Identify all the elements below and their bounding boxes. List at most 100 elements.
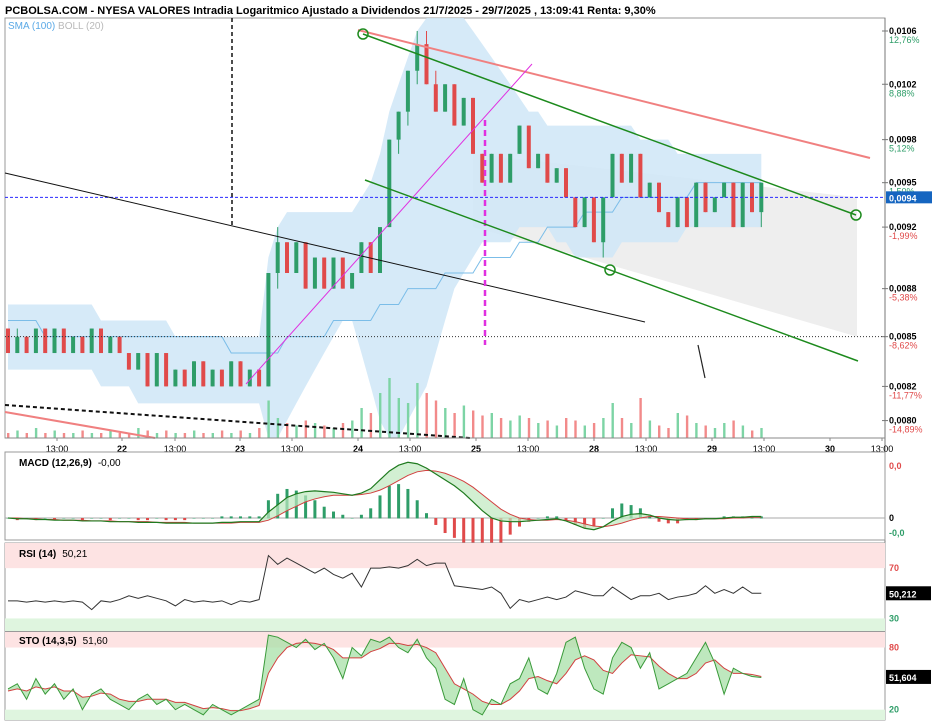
candle-body <box>52 328 57 354</box>
volume-bar <box>434 400 438 438</box>
macd-hist-bar <box>369 508 373 519</box>
sto-axis-20: 20 <box>889 705 899 715</box>
volume-bar <box>583 425 586 438</box>
macd-hist-bar <box>443 518 447 534</box>
volume-bar <box>202 433 205 438</box>
volume-bar <box>425 393 428 438</box>
volume-bar <box>732 420 735 438</box>
candle-body <box>573 197 578 228</box>
candle-body <box>350 272 355 289</box>
candle-body <box>24 336 29 354</box>
macd-hist-bar <box>601 518 605 519</box>
candle-body <box>396 111 401 140</box>
volume-bar <box>388 378 391 438</box>
macd-hist-bar <box>211 518 215 519</box>
volume-bar <box>44 433 47 438</box>
candle-body <box>684 197 689 228</box>
price-pct-label: -11,77% <box>889 390 922 400</box>
price-pct-label: -14,89% <box>889 425 923 435</box>
volume-bar <box>72 433 75 438</box>
volume-bar <box>323 425 326 438</box>
candle-body <box>210 369 215 387</box>
sma-legend[interactable]: SMA (100) <box>8 21 55 32</box>
rsi-zone <box>5 543 885 569</box>
macd-hist-bar <box>545 516 549 519</box>
candle-body <box>108 336 113 354</box>
macd-hist-bar <box>201 518 205 519</box>
candle-body <box>117 336 122 354</box>
candle-body <box>201 361 206 387</box>
macd-hist-bar <box>155 518 159 519</box>
sto-value: 51,60 <box>82 636 108 647</box>
volume-bar <box>304 420 307 438</box>
volume-bar <box>676 413 679 438</box>
candle-body <box>126 353 131 370</box>
candle-body <box>638 153 643 198</box>
macd-title: MACD (12,26,9) <box>19 458 92 469</box>
candle-body <box>433 84 438 112</box>
chart-canvas[interactable]: 0,010612,76%0,01028,88%0,00985,12%0,0095… <box>0 0 935 726</box>
macd-hist-bar <box>136 518 140 521</box>
candle-body <box>15 336 20 354</box>
volume-bar <box>100 433 103 438</box>
macd-hist-bar <box>220 516 224 519</box>
sto-panel: 80 20 51,604 <box>4 631 931 721</box>
macd-fill <box>8 462 762 530</box>
volume-bar <box>313 423 317 438</box>
bollinger-bands <box>8 18 857 438</box>
volume-bar <box>620 418 624 438</box>
boll-legend[interactable]: BOLL (20) <box>58 21 104 32</box>
volume-bar <box>155 433 159 438</box>
macd-hist-bar <box>350 518 354 519</box>
volume-bar <box>518 415 521 438</box>
volume-bar <box>118 433 121 438</box>
macd-axis-bottom: -0,0 <box>889 528 905 538</box>
candle-body <box>6 328 10 354</box>
macd-value: -0,00 <box>97 458 121 469</box>
volume-bar <box>713 428 717 438</box>
candle-body <box>61 328 66 354</box>
volume-bar <box>369 413 373 438</box>
candle-body <box>173 369 178 387</box>
candle-body <box>415 44 420 71</box>
macd-hist-bar <box>173 518 177 521</box>
macd-hist-bar <box>387 485 391 519</box>
volume-bar <box>453 413 456 438</box>
volume-bar <box>81 430 84 438</box>
volume-bar <box>267 400 270 438</box>
volume-bar <box>90 433 94 438</box>
macd-hist-bar <box>229 516 233 519</box>
candle-body <box>452 84 457 126</box>
sto-axis-80: 80 <box>889 643 899 653</box>
volume-bar <box>704 425 707 438</box>
macd-hist-bar <box>536 518 540 519</box>
sto-current-value: 51,604 <box>889 673 917 683</box>
volume-bar <box>211 433 214 438</box>
candle-body <box>89 328 94 354</box>
candle-body <box>629 153 634 183</box>
macd-hist-bar <box>192 518 196 519</box>
candle-body <box>192 361 196 387</box>
candle-body <box>359 242 364 273</box>
candle-body <box>219 369 224 387</box>
candle-body <box>582 197 587 228</box>
volume-bar <box>555 425 559 438</box>
volume-bar <box>295 425 298 438</box>
volume-bar <box>611 403 614 438</box>
volume-bar <box>741 425 745 438</box>
price-pct-label: -8,62% <box>889 341 918 351</box>
candle-body <box>647 182 652 198</box>
candle-body <box>145 353 150 387</box>
macd-hist-bar <box>118 518 122 519</box>
candle-body <box>536 153 541 169</box>
macd-panel: 0,0 0 -0,0 <box>4 451 905 554</box>
macd-hist-bar <box>332 511 335 519</box>
macd-hist-bar <box>406 488 410 519</box>
volume-bar <box>62 433 66 438</box>
candle-body <box>619 153 624 183</box>
volume-bar <box>546 420 549 438</box>
macd-axis-zero: 0 <box>889 513 894 523</box>
candle-body <box>508 153 513 183</box>
candle-body <box>33 328 38 354</box>
volume-bar <box>341 423 345 438</box>
